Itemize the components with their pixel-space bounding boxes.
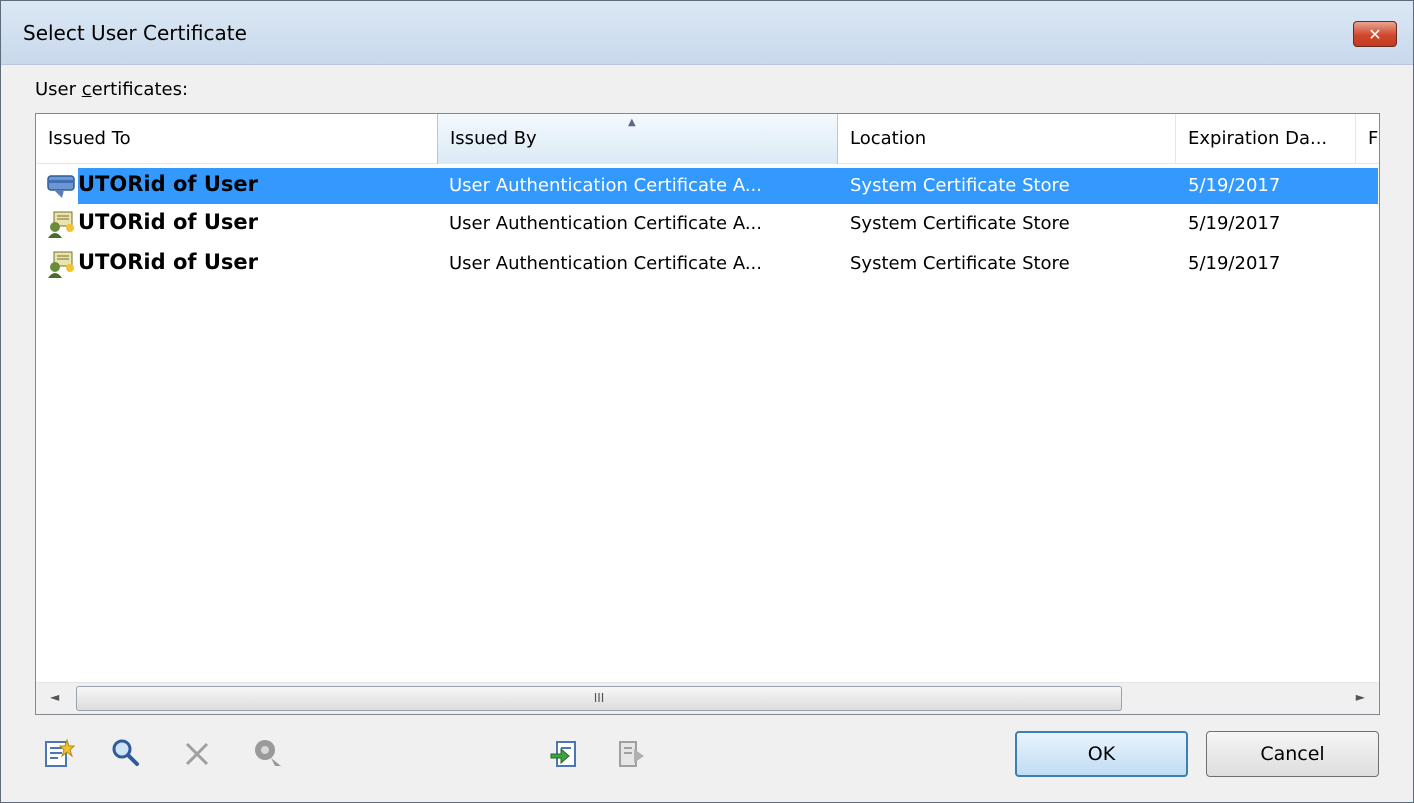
table-row[interactable]: UTORid of User User Authentication Certi… — [38, 246, 1378, 282]
user-certificate-icon — [48, 211, 74, 238]
scroll-right-arrow-icon[interactable]: ► — [1356, 690, 1365, 704]
issued-by-cell: User Authentication Certificate A... — [449, 253, 762, 274]
expiration-cell: 5/19/2017 — [1188, 253, 1281, 274]
user-certificate-icon — [48, 251, 74, 278]
column-header-expiration-date[interactable]: Expiration Da... — [1176, 114, 1356, 164]
properties-icon[interactable] — [251, 736, 283, 768]
issued-to-cell: UTORid of User — [78, 172, 258, 196]
issued-by-cell: User Authentication Certificate A... — [449, 175, 762, 196]
list-header: Issued To ▲ Issued By Location Expiratio… — [36, 114, 1379, 164]
expiration-cell: 5/19/2017 — [1188, 213, 1281, 234]
sort-ascending-icon: ▲ — [628, 117, 636, 128]
scrollbar-thumb[interactable]: III — [76, 686, 1122, 711]
user-certificates-label: User certificates: — [35, 79, 189, 100]
new-certificate-icon[interactable] — [43, 738, 75, 770]
column-header-location[interactable]: Location — [838, 114, 1176, 164]
cancel-button[interactable]: Cancel — [1206, 731, 1379, 777]
expiration-cell: 5/19/2017 — [1188, 175, 1281, 196]
column-header-issued-by[interactable]: ▲ Issued By — [437, 114, 838, 164]
ok-button[interactable]: OK — [1015, 731, 1188, 777]
location-cell: System Certificate Store — [850, 253, 1070, 274]
issued-by-cell: User Authentication Certificate A... — [449, 213, 762, 234]
scroll-left-arrow-icon[interactable]: ◄ — [50, 690, 59, 704]
horizontal-scrollbar[interactable]: ◄ III ► — [36, 682, 1379, 714]
location-cell: System Certificate Store — [850, 213, 1070, 234]
certificate-list[interactable]: Issued To ▲ Issued By Location Expiratio… — [35, 113, 1380, 715]
close-button[interactable]: ✕ — [1353, 21, 1397, 47]
column-header-friendly-name[interactable]: F — [1356, 114, 1381, 164]
close-icon: ✕ — [1368, 24, 1382, 44]
import-icon[interactable] — [549, 738, 581, 770]
select-user-certificate-dialog: Select User Certificate ✕ User certifica… — [0, 0, 1414, 803]
scrollbar-grip: III — [593, 691, 605, 705]
issued-to-cell: UTORid of User — [78, 210, 258, 234]
table-row[interactable]: UTORid of User User Authentication Certi… — [38, 206, 1378, 242]
delete-icon[interactable] — [181, 738, 213, 770]
issued-to-cell: UTORid of User — [78, 250, 258, 274]
view-certificate-icon[interactable] — [109, 736, 141, 768]
export-icon[interactable] — [616, 738, 648, 770]
location-cell: System Certificate Store — [850, 175, 1070, 196]
title-bar: Select User Certificate ✕ — [1, 1, 1413, 65]
window-title: Select User Certificate — [23, 21, 247, 45]
column-header-issued-to[interactable]: Issued To — [36, 114, 438, 164]
smartcard-certificate-icon — [47, 175, 75, 198]
table-row[interactable]: UTORid of User User Authentication Certi… — [38, 168, 1378, 204]
